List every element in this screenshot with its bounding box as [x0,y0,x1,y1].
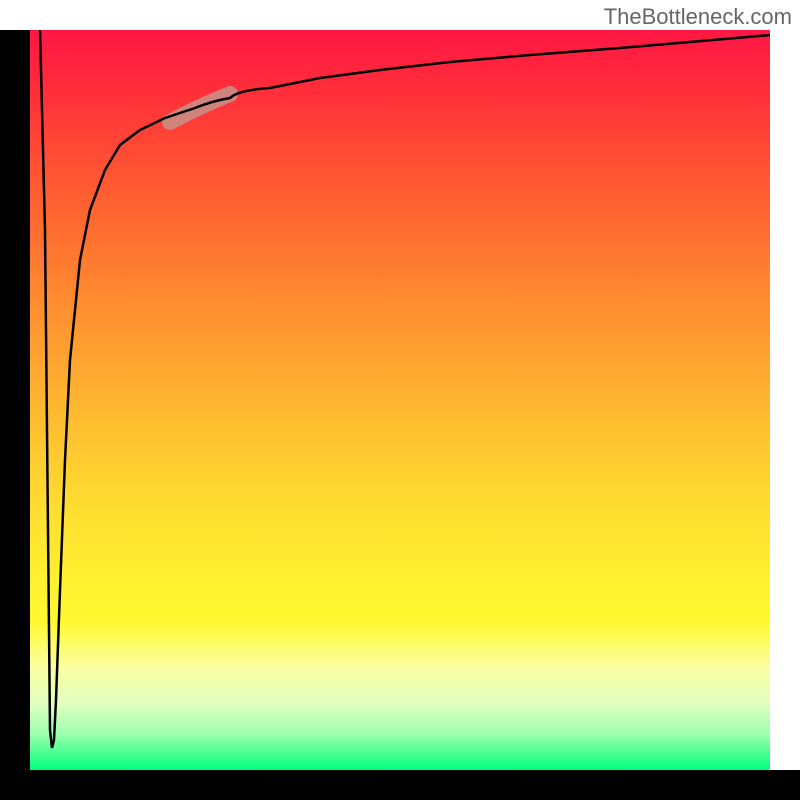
chart-container: TheBottleneck.com [0,0,800,800]
highlight-segment [170,94,230,122]
curve-svg [30,30,770,770]
bottleneck-curve [40,30,770,748]
x-axis [0,770,800,800]
y-axis [0,30,30,770]
watermark-text: TheBottleneck.com [604,4,792,30]
plot-area [30,30,770,770]
